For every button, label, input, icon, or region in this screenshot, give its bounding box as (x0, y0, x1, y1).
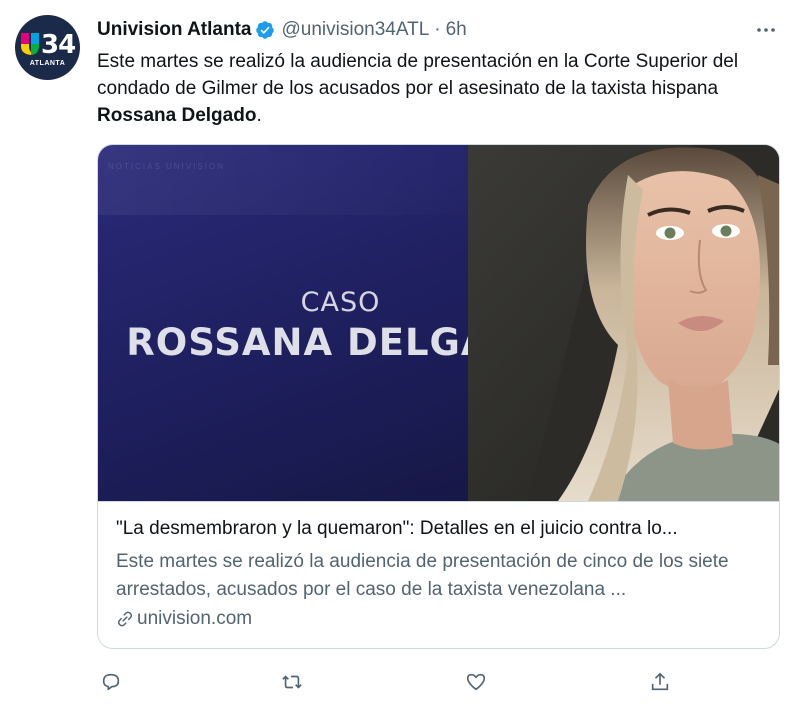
action-bar (97, 668, 697, 698)
tweet-text: Este martes se realizó la audiencia de p… (97, 48, 787, 129)
account-name[interactable]: Univision Atlanta (97, 19, 251, 41)
image-watermark: NOTICIAS UNIVISION (108, 162, 225, 171)
link-card[interactable]: NOTICIAS UNIVISION CASO ROSSANA DELGADO (97, 144, 780, 649)
tweet-text-end: . (256, 105, 262, 126)
card-body[interactable]: "La desmembraron y la quemaron": Detalle… (98, 501, 779, 648)
reply-button[interactable] (97, 668, 125, 696)
more-icon[interactable] (754, 18, 778, 42)
card-description: Este martes se realizó la audiencia de p… (116, 551, 729, 600)
share-icon (651, 672, 669, 691)
card-domain[interactable]: univision.com (116, 608, 252, 630)
retweet-button[interactable] (278, 668, 306, 696)
like-icon (466, 673, 486, 691)
image-band (98, 145, 518, 215)
tweet-header: Univision Atlanta @univision34ATL · 6h (97, 17, 740, 43)
univision-logo-icon (21, 33, 39, 55)
like-button[interactable] (462, 668, 490, 696)
avatar-subtitle: ATLANTA (29, 60, 66, 67)
separator: · (434, 19, 441, 40)
verified-badge-icon (256, 21, 275, 39)
avatar[interactable]: 34 ATLANTA (15, 15, 80, 80)
timestamp[interactable]: 6h (446, 19, 467, 41)
card-title[interactable]: "La desmembraron y la quemaron": Detalle… (116, 518, 766, 540)
reply-icon (102, 673, 120, 691)
tweet-text-bold[interactable]: Rossana Delgado (97, 105, 256, 126)
card-image[interactable]: NOTICIAS UNIVISION CASO ROSSANA DELGADO (98, 145, 779, 501)
portrait-photo (468, 145, 779, 501)
avatar-number: 34 (41, 30, 76, 60)
card-domain-text: univision.com (137, 608, 253, 629)
retweet-icon (282, 675, 302, 689)
link-icon (117, 611, 133, 627)
account-handle[interactable]: @univision34ATL (281, 19, 429, 41)
tweet-text-part: Este martes se realizó la audiencia de p… (97, 51, 739, 99)
share-button[interactable] (646, 668, 674, 696)
